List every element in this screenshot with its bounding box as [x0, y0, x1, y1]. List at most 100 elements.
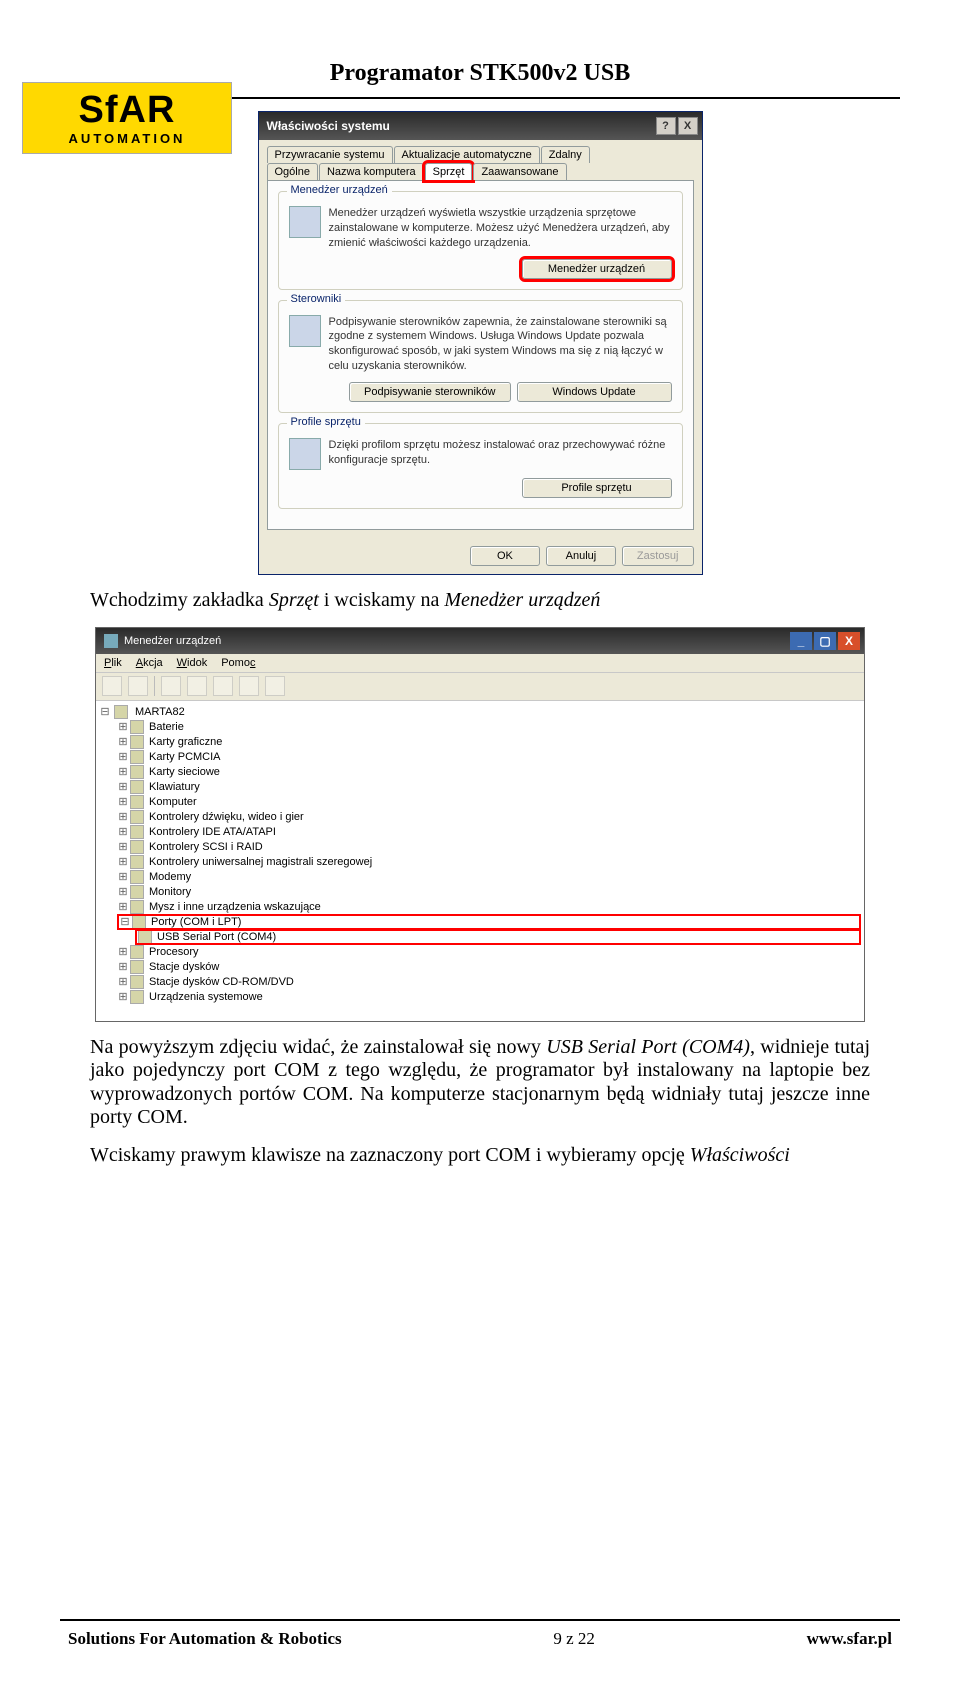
page-footer: Solutions For Automation & Robotics 9 z …: [0, 1619, 960, 1649]
toolbar-icon-4[interactable]: [239, 676, 259, 696]
device-category-icon: [130, 945, 144, 959]
toolbar-icon-3[interactable]: [213, 676, 233, 696]
apply-button[interactable]: Zastosuj: [622, 546, 694, 566]
group-profiles: Profile sprzętu Dzięki profilom sprzętu …: [278, 423, 683, 509]
tree-node[interactable]: ⊞Stacje dysków: [118, 960, 860, 974]
group-device-manager: Menedżer urządzeń Menedżer urządzeń wyśw…: [278, 191, 683, 290]
driver-signing-button[interactable]: Podpisywanie sterowników: [349, 382, 510, 402]
dm-menubar: Plik Akcja Widok Pomoc: [96, 654, 864, 673]
tree-node[interactable]: ⊞Kontrolery dźwięku, wideo i gier: [118, 810, 860, 824]
tree-node[interactable]: ⊞Karty PCMCIA: [118, 750, 860, 764]
maximize-button[interactable]: ▢: [814, 632, 836, 650]
close-button[interactable]: X: [838, 632, 860, 650]
tree-node-label: Monitory: [149, 886, 191, 898]
windows-update-button[interactable]: Windows Update: [517, 382, 672, 402]
drivers-text: Podpisywanie sterowników zapewnia, że za…: [329, 315, 672, 374]
tree-node[interactable]: ⊞Komputer: [118, 795, 860, 809]
dm-app-icon: [104, 634, 118, 648]
toolbar-icon-1[interactable]: [161, 676, 181, 696]
tab-remote[interactable]: Zdalny: [541, 146, 590, 163]
tree-node-ports[interactable]: ⊟ Porty (COM i LPT): [118, 915, 860, 929]
menu-view[interactable]: Widok: [177, 657, 208, 669]
tree-node-label: Stacje dysków CD-ROM/DVD: [149, 976, 294, 988]
group-title-drivers: Sterowniki: [287, 293, 346, 305]
dm-title: Menedżer urządzeń: [124, 635, 221, 647]
devmgr-text: Menedżer urządzeń wyświetla wszystkie ur…: [329, 206, 672, 251]
devmgr-icon: [289, 206, 321, 238]
footer-center: 9 z 22: [553, 1629, 595, 1649]
device-category-icon: [130, 870, 144, 884]
toolbar-icon-2[interactable]: [187, 676, 207, 696]
device-category-icon: [130, 840, 144, 854]
device-category-icon: [130, 855, 144, 869]
tab-hardware[interactable]: Sprzęt: [425, 163, 473, 180]
tree-node[interactable]: ⊞Urządzenia systemowe: [118, 990, 860, 1004]
tree-node-label: Urządzenia systemowe: [149, 991, 263, 1003]
device-category-icon: [130, 780, 144, 794]
hardware-profiles-button[interactable]: Profile sprzętu: [522, 478, 672, 498]
dm-toolbar: [96, 673, 864, 701]
tree-node-label: Kontrolery IDE ATA/ATAPI: [149, 826, 276, 838]
device-category-icon: [130, 810, 144, 824]
tab-computer-name[interactable]: Nazwa komputera: [319, 163, 424, 180]
tree-node[interactable]: ⊞Baterie: [118, 720, 860, 734]
instruction-1: Wchodzimy zakładka Sprzęt i wciskamy na …: [90, 589, 870, 613]
profiles-icon: [289, 438, 321, 470]
tree-node[interactable]: ⊞Karty sieciowe: [118, 765, 860, 779]
tree-node[interactable]: ⊞Modemy: [118, 870, 860, 884]
tree-node-label: Kontrolery dźwięku, wideo i gier: [149, 811, 304, 823]
tree-node[interactable]: ⊞Klawiatury: [118, 780, 860, 794]
device-category-icon: [130, 720, 144, 734]
device-category-icon: [130, 750, 144, 764]
device-tree: ⊟ MARTA82 ⊞Baterie⊞Karty graficzne⊞Karty…: [96, 701, 864, 1021]
tree-node[interactable]: ⊞Stacje dysków CD-ROM/DVD: [118, 975, 860, 989]
instruction-3: Wciskamy prawym klawisze na zaznaczony p…: [90, 1144, 870, 1168]
tree-node[interactable]: ⊞Karty graficzne: [118, 735, 860, 749]
tree-node[interactable]: ⊞Monitory: [118, 885, 860, 899]
profiles-text: Dzięki profilom sprzętu możesz instalowa…: [329, 438, 672, 470]
tree-node-usb-serial[interactable]: USB Serial Port (COM4): [136, 930, 860, 944]
menu-file[interactable]: Plik: [104, 657, 122, 669]
cancel-button[interactable]: Anuluj: [546, 546, 616, 566]
logo-sub: AUTOMATION: [69, 131, 186, 146]
tree-node-label: Komputer: [149, 796, 197, 808]
tree-root[interactable]: ⊟ MARTA82: [100, 705, 860, 719]
close-button[interactable]: X: [678, 117, 698, 135]
device-category-icon: [130, 990, 144, 1004]
tree-node-label: Modemy: [149, 871, 191, 883]
device-category-icon: [130, 900, 144, 914]
tree-node-label: Stacje dysków: [149, 961, 219, 973]
toolbar-icon-5[interactable]: [265, 676, 285, 696]
port-icon: [138, 930, 152, 944]
logo: SfAR AUTOMATION: [22, 82, 232, 154]
tree-node-label: Karty graficzne: [149, 736, 222, 748]
device-category-icon: [130, 885, 144, 899]
back-icon[interactable]: [102, 676, 122, 696]
ok-button[interactable]: OK: [470, 546, 540, 566]
device-category-icon: [130, 795, 144, 809]
tab-restore[interactable]: Przywracanie systemu: [267, 146, 393, 163]
dialog-title: Właściwości systemu: [267, 119, 390, 133]
tree-node-label: Kontrolery SCSI i RAID: [149, 841, 263, 853]
menu-help[interactable]: Pomoc: [221, 657, 255, 669]
tree-node[interactable]: ⊞Mysz i inne urządzenia wskazujące: [118, 900, 860, 914]
tab-general[interactable]: Ogólne: [267, 163, 318, 180]
device-category-icon: [130, 960, 144, 974]
dm-titlebar: Menedżer urządzeń _ ▢ X: [96, 628, 864, 654]
ports-icon: [132, 915, 146, 929]
minimize-button[interactable]: _: [790, 632, 812, 650]
computer-icon: [114, 705, 128, 719]
tree-node[interactable]: ⊞Kontrolery uniwersalnej magistrali szer…: [118, 855, 860, 869]
tab-advanced[interactable]: Zaawansowane: [473, 163, 566, 180]
device-manager-button[interactable]: Menedżer urządzeń: [522, 259, 672, 279]
tree-node[interactable]: ⊞Procesory: [118, 945, 860, 959]
logo-text: SfAR: [79, 91, 176, 129]
forward-icon[interactable]: [128, 676, 148, 696]
help-button[interactable]: ?: [656, 117, 676, 135]
tab-auto-updates[interactable]: Aktualizacje automatyczne: [394, 146, 540, 163]
group-title-profiles: Profile sprzętu: [287, 416, 365, 428]
menu-action[interactable]: Akcja: [136, 657, 163, 669]
tree-node[interactable]: ⊞Kontrolery IDE ATA/ATAPI: [118, 825, 860, 839]
device-category-icon: [130, 765, 144, 779]
tree-node[interactable]: ⊞Kontrolery SCSI i RAID: [118, 840, 860, 854]
